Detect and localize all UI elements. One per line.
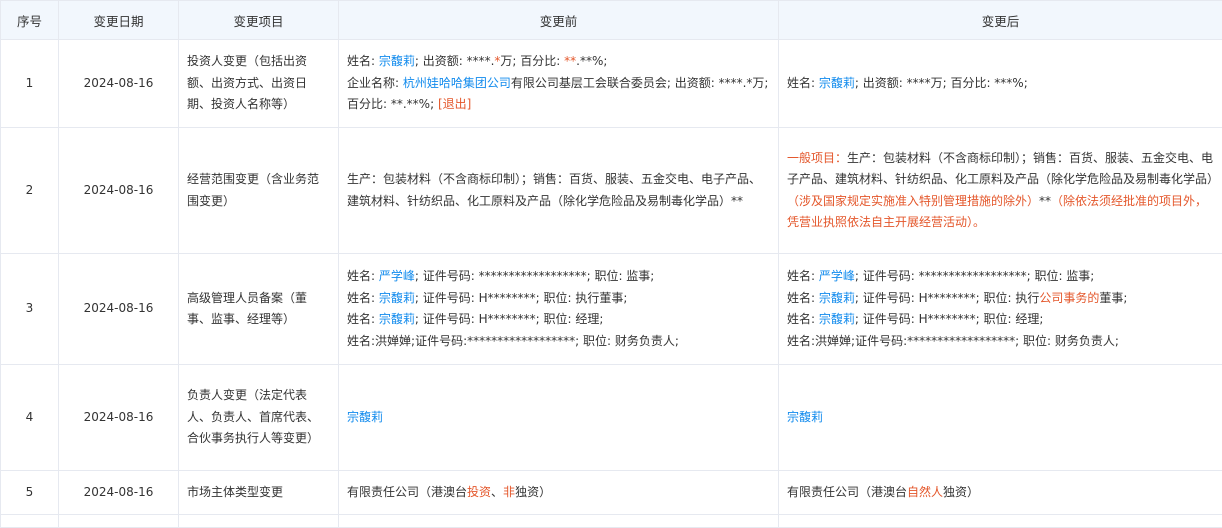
row-item: 市场主体类型变更 bbox=[179, 471, 339, 515]
table-header-row: 序号 变更日期 变更项目 变更前 变更后 bbox=[1, 1, 1222, 40]
row-seq: 3 bbox=[1, 254, 59, 365]
highlight-text: 非 bbox=[503, 485, 515, 499]
text: 有限责任公司（港澳台 bbox=[347, 485, 467, 499]
person-link[interactable]: 宗馥莉 bbox=[819, 291, 855, 305]
row-after: 宗馥莉 bbox=[779, 365, 1222, 471]
text: 姓名: bbox=[787, 269, 819, 283]
text: 姓名: bbox=[787, 312, 819, 326]
header-seq: 序号 bbox=[1, 1, 59, 40]
header-after: 变更后 bbox=[779, 1, 1222, 40]
table-row-partial bbox=[1, 515, 1222, 528]
text: 姓名: bbox=[787, 291, 819, 305]
text: ** bbox=[1039, 194, 1051, 208]
cell bbox=[339, 515, 779, 528]
row-item: 负责人变更（法定代表人、负责人、首席代表、合伙事务执行人等变更） bbox=[179, 365, 339, 471]
text: ; 出资额: ****. bbox=[415, 54, 495, 68]
row-before: 生产：包装材料（不含商标印制）；销售：百货、服装、五金交电、电子产品、建筑材料、… bbox=[339, 128, 779, 254]
row-item: 投资人变更（包括出资额、出资方式、出资日期、投资人名称等） bbox=[179, 40, 339, 128]
person-link[interactable]: 严学峰 bbox=[819, 269, 855, 283]
table-row: 2 2024-08-16 经营范围变更（含业务范围变更） 生产：包装材料（不含商… bbox=[1, 128, 1222, 254]
text: 独资） bbox=[515, 485, 551, 499]
text: .**%; bbox=[576, 54, 607, 68]
highlight-text: ** bbox=[564, 54, 576, 68]
person-link[interactable]: 严学峰 bbox=[379, 269, 415, 283]
row-after: 有限责任公司（港澳台自然人独资） bbox=[779, 471, 1222, 515]
text: ; 证件号码: ******************; 职位: 监事; bbox=[855, 269, 1094, 283]
header-item: 变更项目 bbox=[179, 1, 339, 40]
exit-badge: [退出] bbox=[438, 97, 471, 111]
row-date: 2024-08-16 bbox=[59, 128, 179, 254]
row-after: 一般项目：生产：包装材料（不含商标印制）；销售：百货、服装、五金交电、电子产品、… bbox=[779, 128, 1222, 254]
text: 姓名: bbox=[347, 54, 379, 68]
header-before: 变更前 bbox=[339, 1, 779, 40]
text: 姓名:洪婵婵;证件号码:******************; 职位: 财务负责… bbox=[347, 331, 770, 353]
row-after: 姓名: 宗馥莉; 出资额: ****万; 百分比: ***%; bbox=[779, 40, 1222, 128]
text: ; 证件号码: ******************; 职位: 监事; bbox=[415, 269, 654, 283]
row-before: 姓名: 宗馥莉; 出资额: ****.*万; 百分比: **.**%; 企业名称… bbox=[339, 40, 779, 128]
text: 独资） bbox=[943, 485, 979, 499]
text: 姓名: bbox=[347, 312, 379, 326]
row-date: 2024-08-16 bbox=[59, 40, 179, 128]
cell bbox=[179, 515, 339, 528]
row-date: 2024-08-16 bbox=[59, 254, 179, 365]
text: ; 证件号码: H********; 职位: 执行董事; bbox=[415, 291, 628, 305]
row-date: 2024-08-16 bbox=[59, 471, 179, 515]
person-link[interactable]: 宗馥莉 bbox=[347, 410, 383, 424]
row-seq: 5 bbox=[1, 471, 59, 515]
cell bbox=[779, 515, 1222, 528]
person-link[interactable]: 宗馥莉 bbox=[379, 312, 415, 326]
row-date: 2024-08-16 bbox=[59, 365, 179, 471]
row-after: 姓名: 严学峰; 证件号码: ******************; 职位: 监… bbox=[779, 254, 1222, 365]
text: 姓名: bbox=[347, 291, 379, 305]
table-row: 5 2024-08-16 市场主体类型变更 有限责任公司（港澳台投资、非独资） … bbox=[1, 471, 1222, 515]
text: 姓名: bbox=[347, 269, 379, 283]
highlight-text: 自然人 bbox=[907, 485, 943, 499]
person-link[interactable]: 宗馥莉 bbox=[819, 76, 855, 90]
text: ; 证件号码: H********; 职位: 经理; bbox=[415, 312, 604, 326]
highlight-text: 一般项目： bbox=[787, 151, 847, 165]
table-row: 4 2024-08-16 负责人变更（法定代表人、负责人、首席代表、合伙事务执行… bbox=[1, 365, 1222, 471]
text: ; 证件号码: H********; 职位: 经理; bbox=[855, 312, 1044, 326]
cell bbox=[1, 515, 59, 528]
highlight-text: 投资 bbox=[467, 485, 491, 499]
row-before: 有限责任公司（港澳台投资、非独资） bbox=[339, 471, 779, 515]
person-link[interactable]: 宗馥莉 bbox=[787, 410, 823, 424]
row-seq: 2 bbox=[1, 128, 59, 254]
header-date: 变更日期 bbox=[59, 1, 179, 40]
row-seq: 4 bbox=[1, 365, 59, 471]
highlight-text: 公司事务的 bbox=[1039, 291, 1099, 305]
row-seq: 1 bbox=[1, 40, 59, 128]
row-before: 姓名: 严学峰; 证件号码: ******************; 职位: 监… bbox=[339, 254, 779, 365]
text: 生产：包装材料（不含商标印制）；销售：百货、服装、五金交电、电子产品、建筑材料、… bbox=[787, 151, 1219, 187]
text: ; 证件号码: H********; 职位: 执行 bbox=[855, 291, 1039, 305]
text: 有限责任公司（港澳台 bbox=[787, 485, 907, 499]
person-link[interactable]: 宗馥莉 bbox=[379, 54, 415, 68]
text: 董事; bbox=[1099, 291, 1127, 305]
text: 万; 百分比: bbox=[500, 54, 564, 68]
row-before: 宗馥莉 bbox=[339, 365, 779, 471]
text: 、 bbox=[491, 485, 503, 499]
person-link[interactable]: 宗馥莉 bbox=[819, 312, 855, 326]
company-link[interactable]: 杭州娃哈哈集团公司 bbox=[403, 76, 511, 90]
table-row: 3 2024-08-16 高级管理人员备案（董事、监事、经理等） 姓名: 严学峰… bbox=[1, 254, 1222, 365]
cell bbox=[59, 515, 179, 528]
highlight-text: （涉及国家规定实施准入特别管理措施的除外） bbox=[787, 194, 1039, 208]
row-item: 经营范围变更（含业务范围变更） bbox=[179, 128, 339, 254]
text: 姓名:洪婵婵;证件号码:******************; 职位: 财务负责… bbox=[787, 331, 1214, 353]
person-link[interactable]: 宗馥莉 bbox=[379, 291, 415, 305]
text: ; 出资额: ****万; 百分比: ***%; bbox=[855, 76, 1028, 90]
text: 企业名称: bbox=[347, 76, 403, 90]
table-row: 1 2024-08-16 投资人变更（包括出资额、出资方式、出资日期、投资人名称… bbox=[1, 40, 1222, 128]
row-item: 高级管理人员备案（董事、监事、经理等） bbox=[179, 254, 339, 365]
change-record-table: 序号 变更日期 变更项目 变更前 变更后 1 2024-08-16 投资人变更（… bbox=[0, 0, 1222, 528]
text: 姓名: bbox=[787, 76, 819, 90]
